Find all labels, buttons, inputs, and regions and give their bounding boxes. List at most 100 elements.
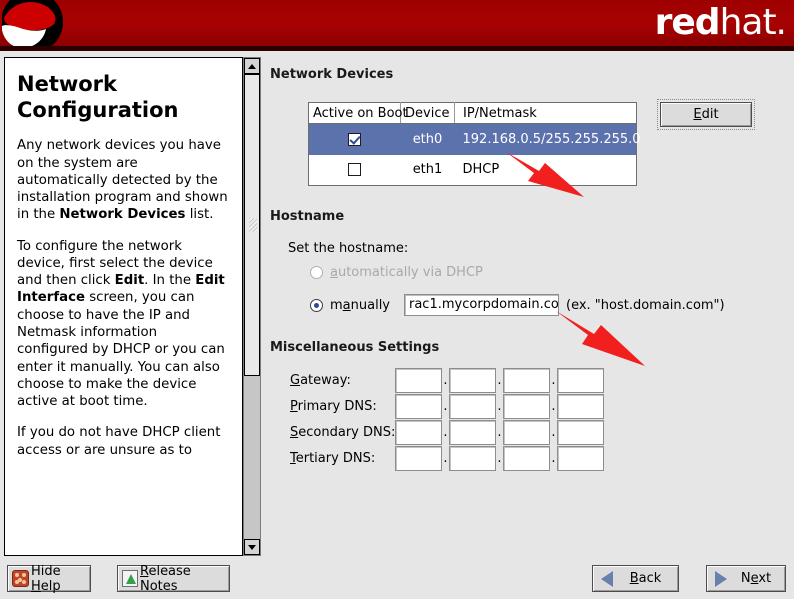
radio-auto-mnemonic: a: [330, 265, 338, 280]
column-header-active-on-boot[interactable]: Active on Boot: [309, 103, 401, 124]
set-hostname-label: Set the hostname:: [288, 241, 408, 256]
radio-manual-indicator[interactable]: [310, 299, 323, 312]
primary-dns-octet-4[interactable]: [557, 394, 604, 419]
octet-separator: .: [550, 420, 557, 445]
octet-separator: .: [442, 368, 449, 393]
radio-automatically-via-dhcp[interactable]: automatically via DHCP: [310, 265, 483, 280]
help-paragraph-3: If you do not have DHCP client access or…: [17, 424, 230, 459]
gateway-octet-3[interactable]: [503, 368, 550, 393]
octet-separator: .: [442, 446, 449, 471]
release-notes-button[interactable]: Release Notes: [117, 565, 230, 592]
edit-button-label: Edit: [693, 107, 718, 122]
secondary-dns-octet-3[interactable]: [503, 420, 550, 445]
edit-button[interactable]: Edit: [660, 102, 752, 127]
gateway-octet-1[interactable]: [395, 368, 442, 393]
help-p2-part-e: screen, you can choose to have the IP an…: [17, 290, 225, 409]
primary-dns-octet-3[interactable]: [503, 394, 550, 419]
device-cell: eth1: [401, 155, 455, 186]
active-on-boot-checkbox[interactable]: [348, 163, 361, 176]
help-panel: Network Configuration Any network device…: [4, 57, 243, 556]
release-notes-icon: [122, 570, 138, 587]
hide-help-prefix: Hide: [31, 564, 61, 579]
radio-auto-indicator[interactable]: [310, 266, 323, 279]
banner-shadow-divider: [0, 46, 794, 51]
radio-manual-mnemonic: a: [343, 298, 351, 313]
octet-separator: .: [496, 394, 503, 419]
secondary-dns-octet-4[interactable]: [557, 420, 604, 445]
release-notes-label: Release Notes: [138, 564, 229, 594]
ip-netmask-cell: DHCP: [455, 155, 637, 186]
table-header-row: Active on Boot Device IP/Netmask: [309, 103, 637, 124]
radio-auto-label: automatically via DHCP: [330, 265, 483, 280]
active-on-boot-cell[interactable]: [309, 155, 401, 186]
tertiary-dns-octet-2[interactable]: [449, 446, 496, 471]
octet-separator: .: [442, 420, 449, 445]
wordmark-hat: hat.: [720, 2, 786, 43]
scroll-down-button[interactable]: [244, 539, 260, 555]
primary-dns-octet-2[interactable]: [449, 394, 496, 419]
secondary-dns-rest: econdary DNS:: [298, 425, 395, 440]
secondary-dns-octet-1[interactable]: [395, 420, 442, 445]
hide-help-label: Hide Help: [29, 564, 90, 594]
help-paragraph-2: To configure the network device, first s…: [17, 238, 230, 411]
back-button[interactable]: Back: [592, 565, 679, 592]
network-devices-table[interactable]: Active on Boot Device IP/Netmask eth0 19…: [308, 102, 637, 186]
scrollbar-grip: [249, 218, 257, 232]
hostname-example-hint: (ex. "host.domain.com"): [566, 298, 725, 313]
active-on-boot-cell[interactable]: [309, 124, 401, 155]
triangle-left-icon: [601, 571, 613, 587]
help-p1-bold: Network Devices: [59, 207, 185, 222]
tertiary-dns-octet-3[interactable]: [503, 446, 550, 471]
table-row[interactable]: eth1 DHCP: [309, 155, 637, 186]
help-paragraph-1: Any network devices you have on the syst…: [17, 137, 230, 223]
primary-dns-label: Primary DNS:: [290, 399, 395, 414]
gateway-octet-2[interactable]: [449, 368, 496, 393]
scrollbar-trough[interactable]: [244, 74, 260, 539]
tertiary-dns-octet-1[interactable]: [395, 446, 442, 471]
hostname-input[interactable]: rac1.mycorpdomain.com: [404, 294, 559, 316]
next-rest: xt: [758, 571, 771, 586]
radio-auto-rest: utomatically via DHCP: [338, 265, 483, 280]
octet-separator: .: [442, 394, 449, 419]
primary-dns-octet-1[interactable]: [395, 394, 442, 419]
octet-separator: .: [496, 368, 503, 393]
tertiary-dns-octet-4[interactable]: [557, 446, 604, 471]
column-header-ip-netmask[interactable]: IP/Netmask: [455, 103, 637, 124]
gateway-octet-4[interactable]: [557, 368, 604, 393]
gateway-rest: ateway:: [300, 373, 351, 388]
ip-netmask-cell: 192.168.0.5/255.255.255.0: [455, 124, 637, 155]
column-header-device[interactable]: Device: [401, 103, 455, 124]
back-label: Back: [613, 571, 678, 586]
device-cell: eth0: [401, 124, 455, 155]
next-button[interactable]: Next: [706, 565, 786, 592]
tertiary-dns-row: Tertiary DNS: . . .: [290, 445, 604, 471]
release-notes-rest: elease Notes: [140, 564, 191, 594]
gateway-label: Gateway:: [290, 373, 395, 388]
bottom-button-bar: Hide Help Release Notes Back Next: [0, 560, 794, 599]
misc-section-title: Miscellaneous Settings: [270, 340, 439, 355]
primary-dns-row: Primary DNS: . . .: [290, 393, 604, 419]
hide-help-button[interactable]: Hide Help: [7, 565, 91, 592]
active-on-boot-checkbox[interactable]: [348, 133, 361, 146]
table-row[interactable]: eth0 192.168.0.5/255.255.255.0: [309, 124, 637, 155]
octet-separator: .: [550, 446, 557, 471]
help-p2-part-c: . In the: [144, 273, 195, 288]
help-panel-scrollbar[interactable]: [243, 57, 261, 556]
octet-separator: .: [550, 394, 557, 419]
scroll-up-button[interactable]: [244, 58, 260, 74]
octet-separator: .: [496, 446, 503, 471]
primary-dns-rest: rimary DNS:: [298, 399, 377, 414]
redhat-header-banner: redhat.: [0, 0, 794, 46]
main-content: Network Devices Active on Boot Device IP…: [270, 57, 790, 556]
help-p1-part-c: list.: [185, 207, 213, 222]
help-p2-bold-edit: Edit: [115, 273, 145, 288]
secondary-dns-octet-2[interactable]: [449, 420, 496, 445]
hide-help-rest: elp: [41, 579, 61, 594]
misc-settings-grid: Gateway: . . . Primary DNS: . . .: [290, 367, 604, 471]
radio-manually[interactable]: manually: [310, 298, 390, 313]
triangle-right-icon: [715, 571, 727, 587]
scroll-up-arrow-icon: [248, 64, 256, 69]
redhat-help-icon: [12, 570, 29, 587]
redhat-shadowman-logo: [2, 0, 76, 46]
scrollbar-thumb[interactable]: [244, 74, 260, 376]
